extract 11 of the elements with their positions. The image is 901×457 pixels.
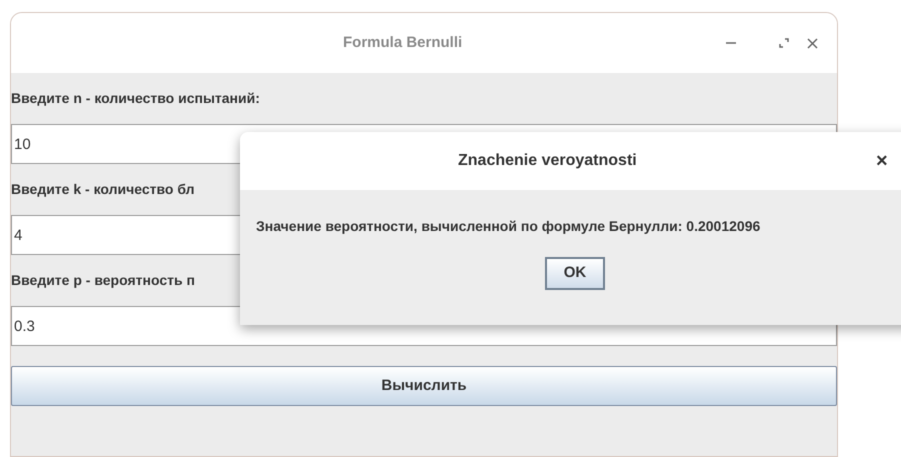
maximize-icon[interactable] xyxy=(778,37,790,49)
ok-button[interactable]: OK xyxy=(545,257,605,290)
close-button[interactable]: × xyxy=(876,146,888,176)
calculate-button[interactable]: Вычислить xyxy=(11,366,837,406)
field-label: Введите p - вероятность п xyxy=(11,271,195,290)
window-title: Formula Bernulli xyxy=(343,32,462,53)
field-label: Введите n - количество испытаний: xyxy=(11,89,260,108)
result-message: Значение вероятности, вычисленной по формуле Бернулли: 0.20012096 xyxy=(256,217,760,236)
dialog-title: Znachenie veroyatnosti xyxy=(458,151,637,171)
field-label: Введите k - количество бл xyxy=(11,180,195,199)
close-icon[interactable] xyxy=(807,38,818,48)
